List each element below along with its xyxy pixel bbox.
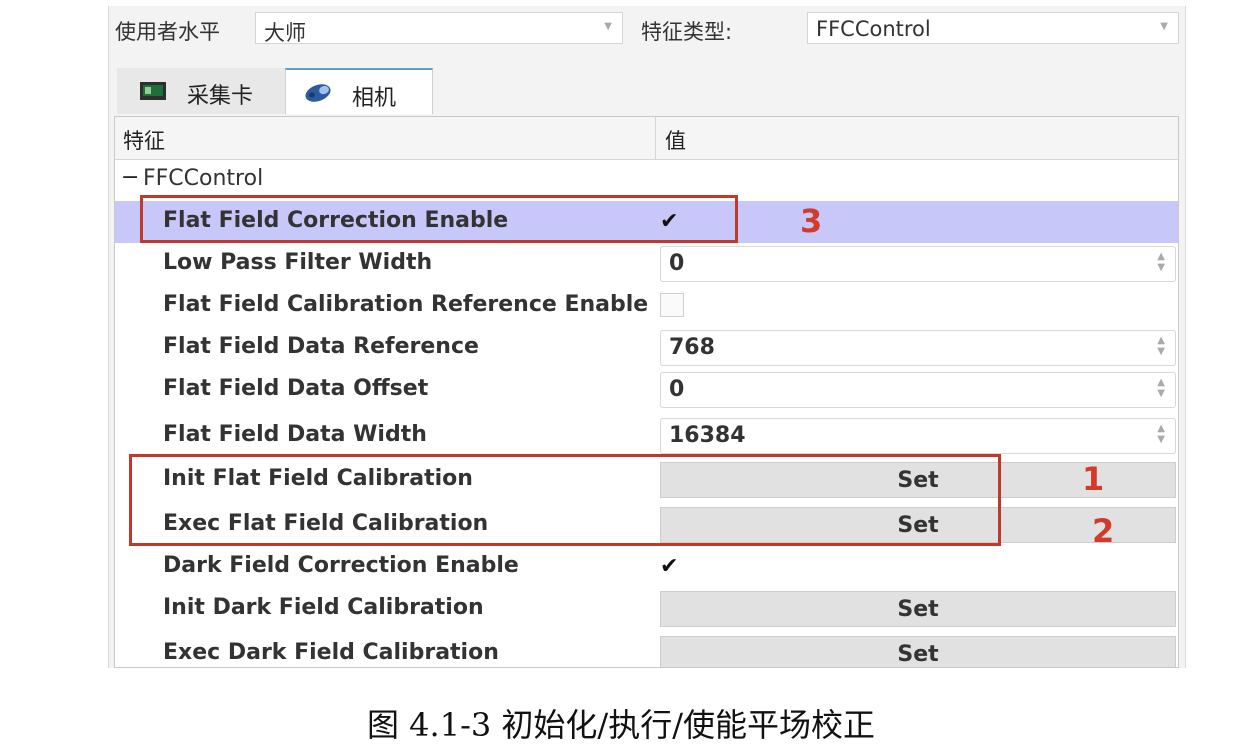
table-row[interactable]: Low Pass Filter Width 0 ▲ ▼ [115,243,1178,285]
spin-arrows-icon[interactable]: ▲ ▼ [1157,377,1165,399]
column-feature-header: 特征 [123,129,165,153]
feature-browser-window: 使用者水平 大师 ▼ 特征类型: FFCControl ▼ 采集卡 相机 特征 … [108,6,1186,668]
feature-name: Flat Field Data Reference [163,334,479,359]
spin-value: 0 [669,377,685,402]
user-level-value: 大师 [264,21,306,45]
chevron-down-icon: ▼ [604,21,612,32]
user-level-select[interactable]: 大师 ▼ [255,12,623,45]
tab-capture-card[interactable]: 采集卡 [117,68,285,114]
feature-name: Flat Field Data Offset [163,376,429,401]
group-row-ffccontrol[interactable]: − FFCControl [115,159,1178,201]
feature-name: Init Flat Field Calibration [163,466,473,491]
collapse-icon[interactable]: − [121,165,139,190]
table-row[interactable]: Init Flat Field Calibration Set [115,459,1178,501]
feature-name: Low Pass Filter Width [163,250,433,275]
annotation-number-3: 3 [800,202,823,240]
table-row[interactable]: Flat Field Data Width 16384 ▲ ▼ [115,415,1178,457]
checkbox-unchecked[interactable] [660,293,684,317]
table-header: 特征 值 [115,117,1178,160]
checkbox-checked-icon[interactable]: ✔ [660,209,686,235]
column-divider [655,117,656,159]
number-spinbox[interactable]: 0 ▲ ▼ [660,246,1176,282]
spin-arrows-icon[interactable]: ▲ ▼ [1157,423,1165,445]
capture-card-icon [140,82,166,100]
exec-dark-field-set-button[interactable]: Set [660,636,1176,667]
toolbar: 使用者水平 大师 ▼ 特征类型: FFCControl ▼ [109,6,1185,52]
feature-name: Dark Field Correction Enable [163,553,519,578]
feature-name: Exec Flat Field Calibration [163,511,489,536]
camera-icon [305,84,331,102]
feature-type-select[interactable]: FFCControl ▼ [807,12,1179,44]
user-level-label: 使用者水平 [115,20,220,44]
feature-type-label: 特征类型: [641,20,733,44]
spin-value: 0 [669,251,685,276]
group-label: FFCControl [143,166,264,191]
column-value-header: 值 [665,129,686,153]
number-spinbox[interactable]: 768 ▲ ▼ [660,330,1176,366]
feature-name: Flat Field Correction Enable [163,208,509,233]
init-dark-field-set-button[interactable]: Set [660,591,1176,627]
number-spinbox[interactable]: 0 ▲ ▼ [660,372,1176,408]
feature-name: Exec Dark Field Calibration [163,640,499,665]
annotation-number-1: 1 [1082,460,1105,498]
number-spinbox[interactable]: 16384 ▲ ▼ [660,418,1176,454]
table-row[interactable]: Flat Field Data Offset 0 ▲ ▼ [115,369,1178,411]
table-row[interactable]: Init Dark Field Calibration Set [115,588,1178,630]
spin-value: 768 [669,335,715,360]
table-row[interactable]: Flat Field Calibration Reference Enable [115,285,1178,327]
table-row[interactable]: Flat Field Correction Enable ✔ [115,201,1178,243]
tab-bar: 采集卡 相机 [109,68,1185,114]
feature-name: Flat Field Data Width [163,422,427,447]
feature-table: 特征 值 − FFCControl Flat Field Correction … [114,116,1179,668]
chevron-down-icon: ▼ [1160,21,1168,32]
table-row[interactable]: Flat Field Data Reference 768 ▲ ▼ [115,327,1178,369]
checkbox-checked-icon[interactable]: ✔ [660,554,686,580]
spin-arrows-icon[interactable]: ▲ ▼ [1157,335,1165,357]
table-row[interactable]: Exec Flat Field Calibration Set [115,504,1178,546]
tab-camera[interactable]: 相机 [285,68,433,114]
figure-caption: 图 4.1-3 初始化/执行/使能平场校正 [367,706,875,744]
table-row[interactable]: Exec Dark Field Calibration Set [115,633,1178,667]
spin-arrows-icon[interactable]: ▲ ▼ [1157,251,1165,273]
tab-label: 相机 [352,86,397,111]
feature-name: Init Dark Field Calibration [163,595,484,620]
annotation-number-2: 2 [1092,512,1115,550]
feature-type-value: FFCControl [816,17,931,41]
spin-value: 16384 [669,423,746,448]
tab-label: 采集卡 [187,84,254,109]
table-row[interactable]: Dark Field Correction Enable ✔ [115,546,1178,588]
feature-name: Flat Field Calibration Reference Enable [163,292,649,317]
